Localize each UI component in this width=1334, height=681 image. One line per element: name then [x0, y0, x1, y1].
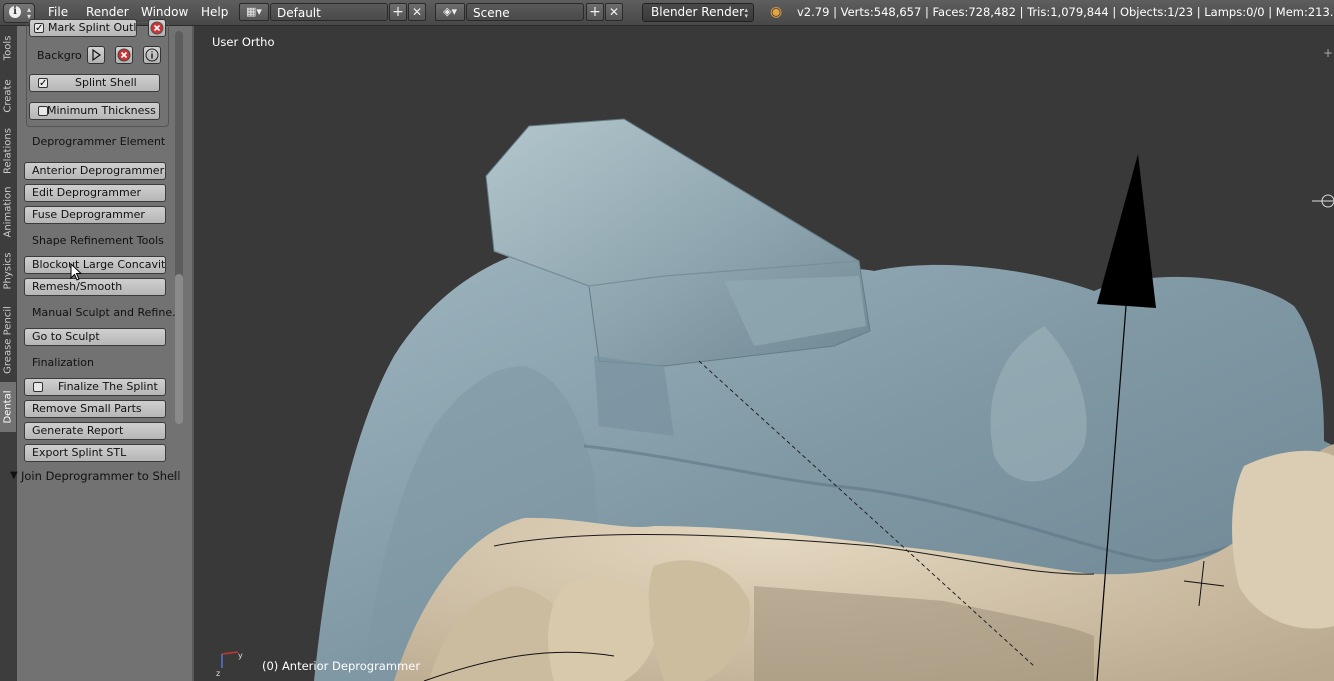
info-icon: [145, 48, 159, 62]
remove-small-parts-button[interactable]: Remove Small Parts: [24, 400, 166, 418]
render-engine-value: Blender Render: [651, 5, 745, 19]
blockout-button[interactable]: Blockout Large Concavit...: [24, 256, 166, 274]
panel-scrollbar[interactable]: [175, 31, 183, 424]
scene-icon: ◈▾: [443, 5, 457, 18]
cancel-icon: [150, 21, 164, 35]
manual-sculpt-header: Manual Sculpt and Refine...: [32, 306, 183, 319]
play-icon: [92, 48, 102, 62]
anterior-deprogrammer-button[interactable]: Anterior Deprogrammer ...: [24, 162, 166, 180]
layout-name: Default: [277, 6, 321, 20]
tab-animation[interactable]: Animation: [0, 180, 16, 244]
scrollbar-thumb[interactable]: [175, 274, 183, 424]
minimum-thickness-button[interactable]: Minimum Thickness ...: [29, 102, 160, 120]
plus-icon: +: [392, 4, 404, 20]
tab-label: Relations: [2, 128, 14, 174]
chevron-updown-icon: ▴ ▾: [26, 5, 31, 21]
add-scene-button[interactable]: +: [586, 3, 604, 21]
mark-outline-checkbox[interactable]: [34, 21, 44, 36]
splint-shell-checkbox[interactable]: [38, 76, 48, 91]
edit-deprogrammer-button[interactable]: Edit Deprogrammer: [24, 184, 166, 202]
axis-gizmo-icon: y z: [216, 651, 243, 678]
finalization-header: Finalization: [32, 356, 94, 369]
layout-browse-button[interactable]: ▦▾: [239, 3, 269, 21]
tab-grease-pencil[interactable]: Grease Pencil: [0, 298, 16, 382]
mark-splint-outline-button[interactable]: Mark Splint Outline: [29, 19, 137, 37]
add-layout-button[interactable]: +: [389, 3, 407, 21]
splint-shell-label: Splint Shell: [75, 76, 137, 89]
3d-cursor-edge-icon: [1312, 194, 1334, 208]
render-engine-select[interactable]: Blender Render ▴ ▾: [642, 3, 754, 22]
delete-layout-button[interactable]: ✕: [408, 3, 426, 21]
cancel-icon: [117, 48, 131, 62]
tab-label: Tools: [2, 35, 14, 61]
join-deprogrammer-subpanel[interactable]: ▼ Join Deprogrammer to Shell ⁞⁞: [10, 466, 192, 486]
generate-report-button[interactable]: Generate Report: [24, 422, 166, 440]
drag-handle-icon[interactable]: ⁞⁞: [173, 466, 180, 486]
tab-tools[interactable]: Tools: [0, 26, 16, 70]
close-icon: ✕: [411, 5, 423, 19]
info-button[interactable]: [143, 46, 161, 64]
svg-text:y: y: [238, 651, 243, 660]
tab-physics[interactable]: Physics: [0, 244, 16, 298]
remesh-smooth-button[interactable]: Remesh/Smooth: [24, 278, 166, 296]
dental-panel: Mark Splint Outline Backgro Splint Shell…: [10, 19, 194, 681]
splint-shell-button[interactable]: Splint Shell: [29, 74, 160, 92]
tab-relations[interactable]: Relations: [0, 122, 16, 180]
fuse-deprogrammer-button[interactable]: Fuse Deprogrammer: [24, 206, 166, 224]
info-icon: i: [9, 6, 21, 18]
export-splint-stl-button[interactable]: Export Splint STL: [24, 444, 166, 462]
cancel-button[interactable]: [115, 46, 133, 64]
tab-label: Create: [2, 79, 14, 113]
active-object-label: (0) Anterior Deprogrammer: [262, 659, 421, 673]
pointer-cone: [1097, 154, 1156, 308]
scene-browse-button[interactable]: ◈▾: [435, 3, 465, 21]
deprogrammer-header: Deprogrammer Element: [32, 135, 166, 148]
tab-create[interactable]: Create: [0, 70, 16, 122]
go-to-sculpt-button[interactable]: Go to Sculpt: [24, 328, 166, 346]
triangle-down-icon: ▼: [10, 470, 18, 481]
view-name-label: User Ortho: [212, 35, 275, 49]
minimum-thickness-label: Minimum Thickness ...: [47, 104, 160, 117]
tab-label: Physics: [2, 252, 14, 290]
shape-refinement-header: Shape Refinement Tools: [32, 234, 164, 247]
delete-scene-button[interactable]: ✕: [605, 3, 623, 21]
plus-icon: +: [589, 4, 601, 20]
tab-label: Animation: [2, 186, 14, 238]
scene-name: Scene: [473, 6, 510, 20]
minimum-thickness-checkbox[interactable]: [38, 106, 48, 116]
viewport-corner-plus[interactable]: +: [1323, 46, 1333, 60]
tab-label: Grease Pencil: [2, 306, 14, 374]
finalize-checkbox[interactable]: [33, 382, 43, 392]
finalize-splint-button[interactable]: Finalize The Splint: [24, 378, 166, 396]
dental-model-render: + y z: [216, 46, 1334, 681]
mouse-cursor-icon: [70, 263, 82, 281]
cancel-icon-button[interactable]: [148, 19, 166, 37]
background-label: Backgro: [37, 49, 82, 62]
top-header: i ▴ ▾ File Render Window Help ▦▾ Default …: [0, 0, 1334, 26]
tab-label: Dental: [2, 390, 14, 424]
3d-viewport[interactable]: + y z User Ortho (0) Anterior Deprogramm…: [194, 26, 1334, 681]
play-button[interactable]: [87, 46, 105, 64]
finalize-label: Finalize The Splint: [58, 380, 158, 393]
scene-stats: v2.79 | Verts:548,657 | Faces:728,482 | …: [797, 5, 1334, 19]
grid-layout-icon: ▦▾: [246, 5, 262, 18]
close-icon: ✕: [608, 5, 620, 19]
scene-name-field[interactable]: Scene: [466, 3, 584, 21]
layout-name-field[interactable]: Default: [270, 3, 388, 21]
tab-dental[interactable]: Dental: [0, 382, 16, 432]
mark-outline-label: Mark Splint Outline: [48, 21, 137, 34]
subpanel-title: Join Deprogrammer to Shell: [21, 469, 181, 483]
svg-text:z: z: [216, 669, 220, 678]
menu-help[interactable]: Help: [201, 0, 228, 25]
chevron-updown-icon: ▴ ▾: [744, 6, 748, 20]
tool-shelf-tabs: Tools Create Relations Animation Physics…: [0, 26, 18, 681]
blender-logo-icon: ◉: [770, 4, 783, 20]
